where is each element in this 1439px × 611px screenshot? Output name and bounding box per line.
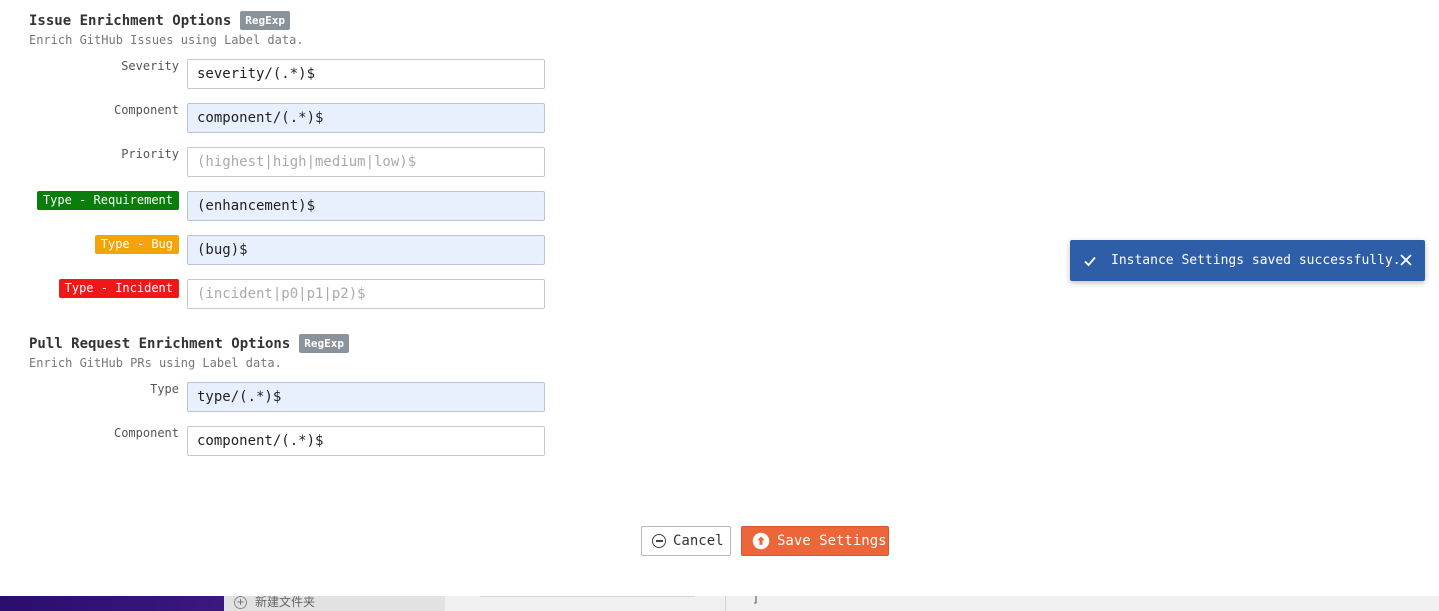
- component-label: Component: [113, 103, 179, 117]
- type-requirement-label: Type - Requirement: [36, 191, 179, 210]
- type-bug-input[interactable]: [187, 235, 545, 265]
- save-button-label: Save Settings: [777, 533, 887, 549]
- minus-circle-icon: [652, 534, 666, 548]
- pr-enrichment-description: Enrich GitHub PRs using Label data.: [29, 356, 282, 370]
- regexp-badge: RegExp: [299, 334, 350, 353]
- check-icon: [1084, 256, 1096, 266]
- regexp-badge: RegExp: [240, 11, 291, 30]
- type-incident-label: Type - Incident: [58, 279, 179, 298]
- pr-enrichment-title: Pull Request Enrichment Options RegExp: [29, 334, 350, 353]
- toast-message: Instance Settings saved successfully.: [1111, 253, 1401, 268]
- issue-enrichment-title-text: Issue Enrichment Options: [29, 12, 232, 29]
- pr-enrichment-title-text: Pull Request Enrichment Options: [29, 335, 291, 352]
- type-incident-input[interactable]: [187, 279, 545, 309]
- pr-type-label: Type: [150, 382, 179, 396]
- type-bug-label: Type - Bug: [94, 235, 179, 254]
- issue-enrichment-description: Enrich GitHub Issues using Label data.: [29, 33, 304, 47]
- new-folder-item[interactable]: + 新建文件夹: [224, 596, 445, 611]
- close-icon[interactable]: [1399, 253, 1413, 267]
- component-input[interactable]: [187, 103, 545, 133]
- success-toast: Instance Settings saved successfully.: [1070, 240, 1425, 281]
- severity-input[interactable]: [187, 59, 545, 89]
- plus-icon: +: [234, 596, 247, 609]
- code-bracket: ]: [752, 596, 760, 605]
- background-window-strip: + 新建文件夹 ]: [0, 596, 1439, 611]
- type-requirement-input[interactable]: [187, 191, 545, 221]
- divider: [725, 596, 726, 611]
- desktop-wallpaper: [0, 596, 224, 611]
- settings-page: Issue Enrichment Options RegExp Enrich G…: [0, 0, 1439, 611]
- pr-component-input[interactable]: [187, 426, 545, 456]
- pr-type-input[interactable]: [187, 382, 545, 412]
- upload-cloud-icon: [752, 532, 770, 550]
- severity-label: Severity: [121, 59, 179, 73]
- cancel-button-label: Cancel: [673, 533, 724, 549]
- divider: [480, 596, 695, 597]
- priority-input[interactable]: [187, 147, 545, 177]
- issue-enrichment-title: Issue Enrichment Options RegExp: [29, 11, 291, 30]
- new-folder-label: 新建文件夹: [255, 596, 316, 609]
- priority-label: Priority: [121, 147, 179, 161]
- save-settings-button[interactable]: Save Settings: [741, 526, 889, 556]
- pr-component-label: Component: [113, 426, 179, 440]
- cancel-button[interactable]: Cancel: [641, 526, 731, 556]
